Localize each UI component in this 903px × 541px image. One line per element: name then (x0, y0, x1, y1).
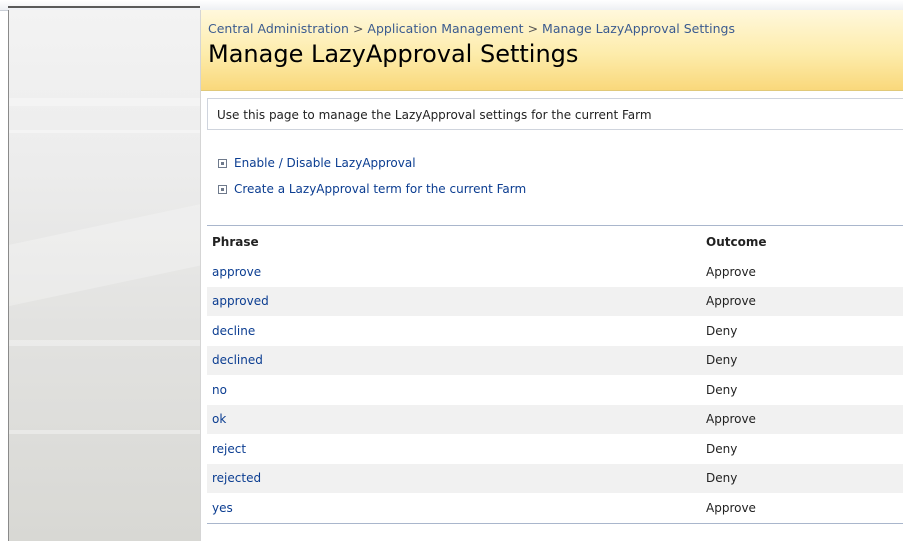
bullet-icon (218, 158, 227, 168)
phrase-cell: yes (207, 493, 701, 523)
outcome-cell: Approve (706, 264, 756, 279)
outcome-cell: Approve (706, 294, 756, 309)
create-term-link-label[interactable]: Create a LazyApproval term for the curre… (234, 182, 526, 196)
bullet-icon (218, 184, 227, 194)
outcome-cell: Deny (706, 353, 738, 368)
breadcrumb-current-page: Manage LazyApproval Settings (542, 21, 735, 36)
breadcrumb-application-management[interactable]: Application Management (367, 21, 523, 36)
terms-table-wrap: Phrase Outcome approve Approve approved … (207, 225, 903, 524)
phrase-cell: decline (207, 316, 701, 346)
breadcrumb: Central Administration > Application Man… (208, 21, 735, 36)
phrase-link[interactable]: reject (212, 442, 246, 456)
action-links: Enable / Disable LazyApproval Create a L… (218, 150, 526, 202)
phrase-cell: no (207, 375, 701, 405)
panel-band (9, 430, 201, 434)
phrase-cell: rejected (207, 464, 701, 494)
phrase-cell: reject (207, 434, 701, 464)
create-term-link[interactable]: Create a LazyApproval term for the curre… (218, 176, 526, 202)
table-row: ok Approve (207, 404, 903, 435)
phrase-cell: approved (207, 287, 701, 317)
outcome-cell: Approve (706, 500, 756, 515)
phrase-link[interactable]: rejected (212, 471, 261, 485)
page-description: Use this page to manage the LazyApproval… (217, 108, 652, 122)
table-row: declined Deny (207, 345, 903, 376)
panel-band (9, 98, 201, 106)
table-row: no Deny (207, 375, 903, 405)
breadcrumb-separator: > (352, 21, 364, 36)
outcome-cell: Deny (706, 441, 738, 456)
description-box: Use this page to manage the LazyApproval… (207, 98, 903, 130)
outcome-cell: Deny (706, 471, 738, 486)
table-row: approved Approve (207, 286, 903, 317)
table-header-row: Phrase Outcome (207, 225, 903, 258)
title-area: Central Administration > Application Man… (201, 10, 903, 91)
phrase-cell: approve (207, 257, 701, 287)
table-row: approve Approve (207, 257, 903, 287)
outcome-cell: Deny (706, 382, 738, 397)
table-row: rejected Deny (207, 463, 903, 494)
table-row: yes Approve (207, 493, 903, 523)
phrase-link[interactable]: no (212, 383, 227, 397)
breadcrumb-separator: > (527, 21, 539, 36)
top-bar-accent (8, 6, 200, 8)
breadcrumb-central-administration[interactable]: Central Administration (208, 21, 349, 36)
phrase-cell: ok (207, 405, 701, 435)
panel-band (9, 130, 201, 133)
outcome-cell: Deny (706, 323, 738, 338)
left-nav-panel (8, 10, 201, 541)
column-header-outcome: Outcome (706, 234, 767, 249)
phrase-link[interactable]: approved (212, 294, 269, 308)
panel-swoosh (9, 187, 201, 313)
page-title: Manage LazyApproval Settings (208, 40, 579, 68)
table-row: reject Deny (207, 434, 903, 464)
enable-disable-link[interactable]: Enable / Disable LazyApproval (218, 150, 526, 176)
table-row: decline Deny (207, 316, 903, 346)
phrase-cell: declined (207, 346, 701, 376)
enable-disable-link-label[interactable]: Enable / Disable LazyApproval (234, 156, 416, 170)
outcome-cell: Approve (706, 412, 756, 427)
phrase-link[interactable]: ok (212, 412, 226, 426)
phrase-link[interactable]: decline (212, 324, 255, 338)
phrase-link[interactable]: declined (212, 353, 263, 367)
panel-band (9, 340, 201, 346)
phrase-link[interactable]: yes (212, 501, 233, 515)
phrase-link[interactable]: approve (212, 265, 261, 279)
column-header-phrase: Phrase (212, 234, 259, 249)
terms-table: Phrase Outcome approve Approve approved … (207, 225, 903, 524)
